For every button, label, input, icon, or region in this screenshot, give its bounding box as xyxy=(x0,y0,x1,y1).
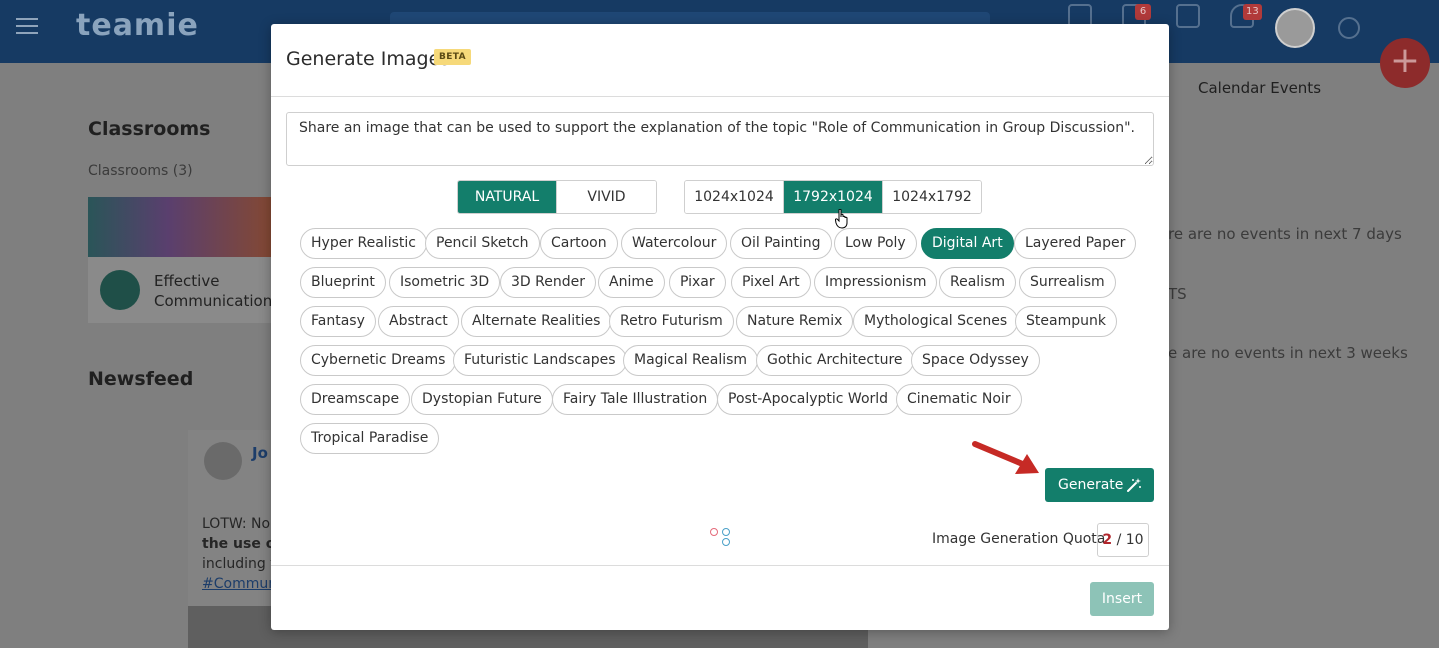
size-1024x1792-button[interactable]: 1024x1792 xyxy=(883,181,981,213)
style-chip-3d-render[interactable]: 3D Render xyxy=(500,267,596,298)
quota-total: / 10 xyxy=(1116,532,1144,548)
classroom-title[interactable]: Effective Communication xyxy=(154,271,284,311)
user-avatar[interactable] xyxy=(1275,8,1315,48)
post-author-avatar[interactable] xyxy=(204,442,242,480)
post-author-name[interactable]: Jo xyxy=(252,444,268,462)
style-chip-hyper-realistic[interactable]: Hyper Realistic xyxy=(300,228,427,259)
style-chip-fantasy[interactable]: Fantasy xyxy=(300,306,376,337)
style-chip-blueprint[interactable]: Blueprint xyxy=(300,267,386,298)
style-chip-realism[interactable]: Realism xyxy=(939,267,1017,298)
style-chip-space-odyssey[interactable]: Space Odyssey xyxy=(911,345,1040,376)
style-chip-fairy-tale-illustration[interactable]: Fairy Tale Illustration xyxy=(552,384,719,415)
style-chip-futuristic-landscapes[interactable]: Futuristic Landscapes xyxy=(453,345,627,376)
style-chip-gothic-architecture[interactable]: Gothic Architecture xyxy=(756,345,914,376)
style-chip-impressionism[interactable]: Impressionism xyxy=(814,267,938,298)
post-text: LOTW: Nor the use of including t #Commun xyxy=(202,516,282,592)
style-chip-magical-realism[interactable]: Magical Realism xyxy=(623,345,759,376)
quota-label: Image Generation Quota xyxy=(932,531,1106,547)
help-icon[interactable] xyxy=(1338,17,1360,39)
insert-button[interactable]: Insert xyxy=(1090,582,1154,616)
beta-badge: BETA xyxy=(434,49,472,65)
natural-mode-button[interactable]: NATURAL xyxy=(458,181,557,213)
style-chip-post-apocalyptic-world[interactable]: Post-Apocalyptic World xyxy=(717,384,900,415)
style-chip-anime[interactable]: Anime xyxy=(598,267,665,298)
style-chip-cybernetic-dreams[interactable]: Cybernetic Dreams xyxy=(300,345,457,376)
modal-header: Generate Images BETA xyxy=(271,24,1169,97)
style-chip-dreamscape[interactable]: Dreamscape xyxy=(300,384,411,415)
events-weeks-text: e are no events in next 3 weeks xyxy=(1168,344,1408,362)
magic-wand-icon xyxy=(1127,478,1141,492)
quota-used: 2 xyxy=(1102,532,1113,548)
calendar-heading: Calendar Events xyxy=(1198,79,1322,97)
generate-button[interactable]: Generate xyxy=(1045,468,1154,502)
style-chip-dystopian-future[interactable]: Dystopian Future xyxy=(411,384,553,415)
quota-counter: 2 / 10 xyxy=(1097,523,1149,557)
prompt-input[interactable]: Share an image that can be used to suppo… xyxy=(286,112,1154,166)
style-chip-layered-paper[interactable]: Layered Paper xyxy=(1014,228,1137,259)
style-chip-abstract[interactable]: Abstract xyxy=(378,306,459,337)
menu-icon[interactable] xyxy=(16,18,38,36)
app-logo[interactable]: teamie xyxy=(76,8,199,43)
style-chip-mythological-scenes[interactable]: Mythological Scenes xyxy=(853,306,1019,337)
style-chip-cartoon[interactable]: Cartoon xyxy=(540,228,618,259)
style-chip-cinematic-noir[interactable]: Cinematic Noir xyxy=(896,384,1022,415)
style-chip-oil-painting[interactable]: Oil Painting xyxy=(730,228,832,259)
size-1024x1024-button[interactable]: 1024x1024 xyxy=(685,181,784,213)
style-chip-nature-remix[interactable]: Nature Remix xyxy=(736,306,854,337)
hand-cursor-icon xyxy=(835,209,848,229)
classrooms-heading: Classrooms xyxy=(88,118,211,140)
classroom-banner xyxy=(88,197,288,257)
style-chip-retro-futurism[interactable]: Retro Futurism xyxy=(609,306,734,337)
style-chip-isometric-3d[interactable]: Isometric 3D xyxy=(389,267,501,298)
style-chip-alternate-realities[interactable]: Alternate Realities xyxy=(461,306,612,337)
style-chip-pixar[interactable]: Pixar xyxy=(669,267,726,298)
modal-footer: Insert xyxy=(271,565,1169,630)
size-toggle: 1024x1024 1792x1024 1024x1792 xyxy=(684,180,982,214)
style-chip-low-poly[interactable]: Low Poly xyxy=(834,228,917,259)
style-chip-pencil-sketch[interactable]: Pencil Sketch xyxy=(425,228,540,259)
events-week-text: re are no events in next 7 days xyxy=(1168,225,1402,243)
style-chip-tropical-paradise[interactable]: Tropical Paradise xyxy=(300,423,440,454)
add-fab-button[interactable]: + xyxy=(1380,38,1430,88)
generate-button-label: Generate xyxy=(1058,477,1124,493)
newsfeed-heading: Newsfeed xyxy=(88,368,194,390)
events-section-label: TS xyxy=(1168,285,1187,303)
size-1792x1024-button[interactable]: 1792x1024 xyxy=(784,181,883,213)
style-chip-steampunk[interactable]: Steampunk xyxy=(1015,306,1117,337)
vivid-mode-button[interactable]: VIVID xyxy=(557,181,656,213)
style-chip-digital-art[interactable]: Digital Art xyxy=(921,228,1014,259)
messages-badge: 6 xyxy=(1135,4,1151,20)
calendar-icon[interactable] xyxy=(1176,4,1200,28)
style-chip-pixel-art[interactable]: Pixel Art xyxy=(731,267,811,298)
generate-images-modal: Generate Images BETA Share an image that… xyxy=(271,24,1169,630)
loading-spinner-icon xyxy=(710,528,732,550)
style-chip-surrealism[interactable]: Surrealism xyxy=(1019,267,1116,298)
classroom-icon xyxy=(100,270,140,310)
notifications-badge: 13 xyxy=(1243,4,1262,20)
style-chip-watercolour[interactable]: Watercolour xyxy=(621,228,728,259)
classroom-card[interactable]: Effective Communication xyxy=(88,197,288,323)
classrooms-count[interactable]: Classrooms (3) xyxy=(88,163,193,179)
annotation-arrow-icon xyxy=(972,441,1039,474)
modal-title: Generate Images xyxy=(286,48,451,70)
style-mode-toggle: NATURAL VIVID xyxy=(457,180,657,214)
